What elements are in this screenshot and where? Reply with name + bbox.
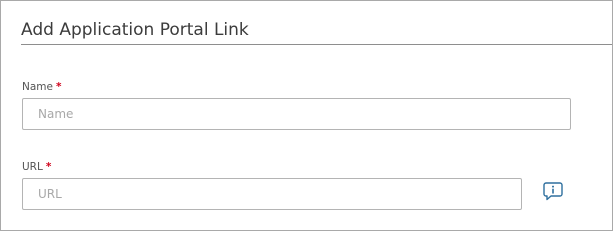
url-field-label: URL * (22, 161, 51, 173)
info-icon[interactable] (542, 180, 564, 202)
name-label-text: Name (22, 81, 53, 93)
title-divider (21, 44, 612, 45)
dialog-title: Add Application Portal Link (21, 20, 249, 40)
name-field-label: Name * (22, 81, 61, 93)
name-required-marker: * (55, 81, 62, 93)
add-application-portal-link-dialog: Add Application Portal Link Name* URL* (0, 0, 613, 231)
name-input[interactable] (22, 98, 571, 130)
url-required-marker: * (45, 161, 52, 173)
url-label-text: URL (22, 161, 43, 173)
url-input[interactable] (22, 178, 522, 210)
